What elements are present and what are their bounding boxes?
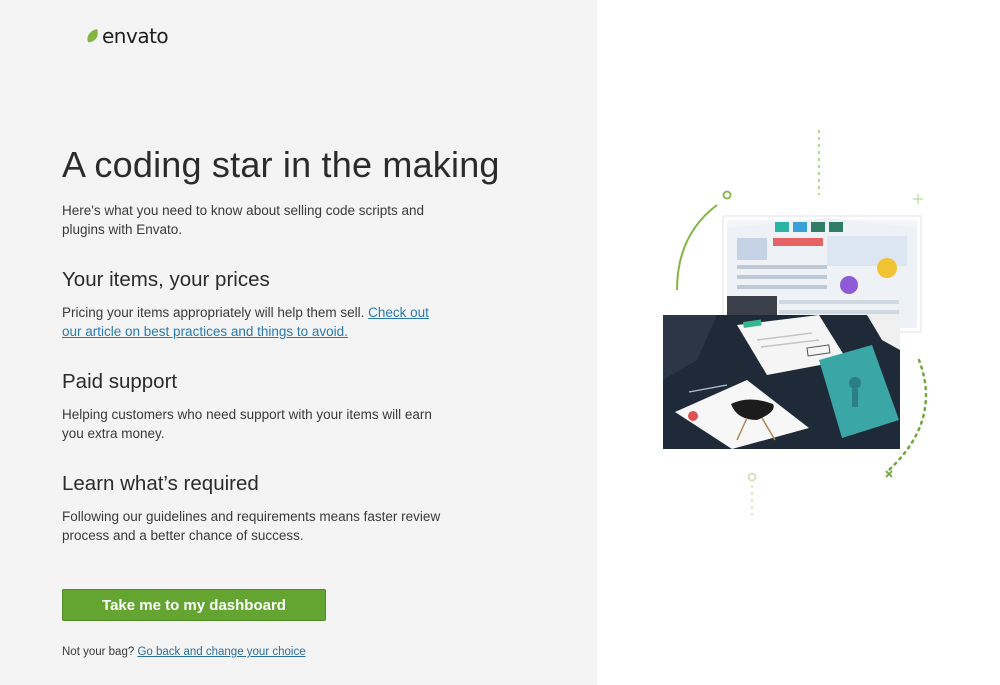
footer-text: Not your bag? Go back and change your ch… xyxy=(62,646,306,658)
section-title: Learn what’s required xyxy=(62,472,259,495)
page-title: A coding star in the making xyxy=(62,144,500,185)
section-body: Pricing your items appropriately will he… xyxy=(62,303,452,341)
section-pricing: Your items, your prices Pricing your ite… xyxy=(62,268,452,341)
content-panel: envato A coding star in the making Here'… xyxy=(0,0,597,685)
section-requirements: Learn what’s required Following our guid… xyxy=(62,472,452,545)
footer-prompt: Not your bag? xyxy=(62,646,135,658)
section-body: Helping customers who need support with … xyxy=(62,407,432,441)
leaf-icon xyxy=(87,29,98,43)
brand-name: envato xyxy=(102,24,169,48)
illustration-panel xyxy=(597,0,1000,685)
section-title: Paid support xyxy=(62,370,178,393)
dashboard-button[interactable]: Take me to my dashboard xyxy=(62,589,326,621)
go-back-link[interactable]: Go back and change your choice xyxy=(137,646,305,658)
envato-logo[interactable]: envato xyxy=(86,24,169,48)
page: envato A coding star in the making Here'… xyxy=(0,0,1000,685)
section-body-text: Pricing your items appropriately will he… xyxy=(62,305,365,320)
section-body: Following our guidelines and requirement… xyxy=(62,509,441,543)
section-support: Paid support Helping customers who need … xyxy=(62,370,452,443)
marketplace-screens-illustration-icon xyxy=(663,130,928,515)
intro-text: Here's what you need to know about selli… xyxy=(62,203,425,237)
section-title: Your items, your prices xyxy=(62,268,270,291)
